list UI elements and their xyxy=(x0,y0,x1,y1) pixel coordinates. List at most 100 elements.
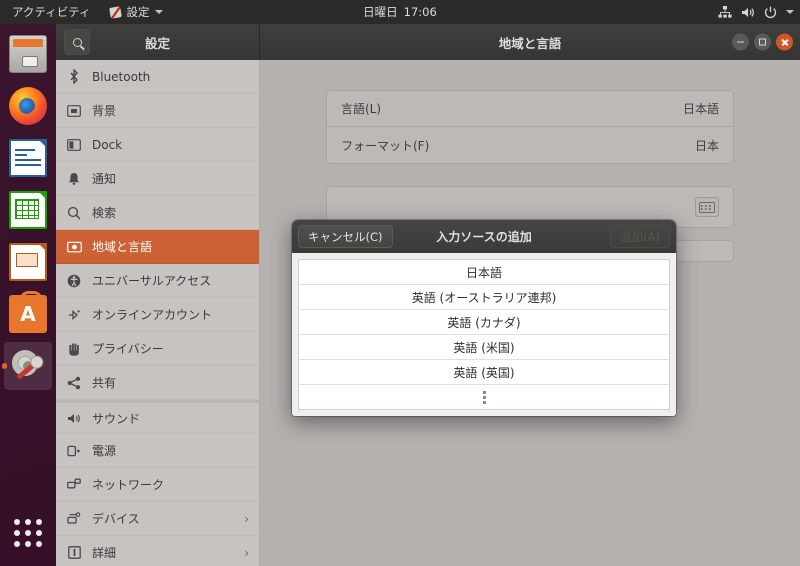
cancel-button[interactable]: キャンセル(C) xyxy=(298,225,393,248)
network-icon xyxy=(718,5,732,18)
format-row[interactable]: フォーマット(F) 日本 xyxy=(327,127,733,163)
search-icon xyxy=(66,205,82,221)
keyboard-icon xyxy=(699,201,715,213)
sidebar-item-bluetooth[interactable]: Bluetooth xyxy=(56,60,259,94)
volume-icon xyxy=(742,7,754,17)
privacy-hand-icon xyxy=(66,341,82,357)
list-item[interactable]: 英語 (英国) xyxy=(299,360,669,385)
sharing-icon xyxy=(66,375,82,391)
settings-icon xyxy=(9,347,47,385)
window-headerbar: 設定 地域と言語 xyxy=(56,24,800,60)
list-item[interactable]: 日本語 xyxy=(299,260,669,285)
language-row[interactable]: 言語(L) 日本語 xyxy=(327,91,733,127)
activities-button[interactable]: アクティビティ xyxy=(0,0,101,24)
close-button[interactable] xyxy=(776,33,793,51)
settings-icon xyxy=(109,6,122,19)
region-language-icon xyxy=(66,239,82,255)
sidebar-item-devices[interactable]: デバイス › xyxy=(56,502,259,536)
sidebar-item-region-language[interactable]: 地域と言語 xyxy=(56,230,259,264)
list-item[interactable]: 英語 (米国) xyxy=(299,335,669,360)
files-icon xyxy=(9,35,47,73)
sidebar-item-label: プライバシー xyxy=(92,342,164,356)
dock-item-settings[interactable] xyxy=(2,342,52,390)
app-menu-button[interactable]: 設定 xyxy=(101,4,171,20)
dock-item-firefox[interactable] xyxy=(4,82,52,130)
language-value: 日本語 xyxy=(682,102,719,116)
sidebar-item-background[interactable]: 背景 xyxy=(56,94,259,128)
dialog-headerbar: キャンセル(C) 追加(A) 入力ソースの追加 xyxy=(292,220,676,253)
sidebar-item-label: オンラインアカウント xyxy=(92,308,213,322)
libreoffice-impress-icon xyxy=(9,243,47,281)
minimize-button[interactable] xyxy=(732,33,749,51)
sidebar-item-privacy[interactable]: プライバシー xyxy=(56,332,259,366)
power-icon xyxy=(66,443,82,459)
add-input-source-dialog: キャンセル(C) 追加(A) 入力ソースの追加 日本語 英語 (オーストラリア連… xyxy=(292,220,676,416)
libreoffice-writer-icon xyxy=(9,139,47,177)
sidebar-item-label: デバイス xyxy=(92,512,140,526)
sidebar-item-label: Bluetooth xyxy=(92,69,151,84)
show-applications-grid-icon xyxy=(14,519,42,547)
sound-icon xyxy=(66,410,82,426)
sidebar-item-universal-access[interactable]: ユニバーサルアクセス xyxy=(56,264,259,298)
sidebar-item-label: 共有 xyxy=(92,376,117,390)
list-item-more[interactable] xyxy=(299,385,669,410)
sidebar-item-power[interactable]: 電源 xyxy=(56,434,259,468)
add-button[interactable]: 追加(A) xyxy=(610,225,670,248)
firefox-icon xyxy=(9,87,47,125)
dialog-body: 日本語 英語 (オーストラリア連邦) 英語 (カナダ) 英語 (米国) 英語 (… xyxy=(292,253,676,416)
sidebar-item-label: ユニバーサルアクセス xyxy=(92,274,212,288)
show-applications-button[interactable] xyxy=(0,508,56,558)
system-indicators[interactable] xyxy=(718,5,794,19)
clock-time: 17:06 xyxy=(403,5,437,19)
headerbar-right: 地域と言語 xyxy=(260,24,800,60)
sidebar-item-label: 詳細 xyxy=(92,546,117,560)
wallpaper-icon xyxy=(66,103,82,119)
sidebar-item-network[interactable]: ネットワーク xyxy=(56,468,259,502)
headerbar-left: 設定 xyxy=(56,24,260,60)
chevron-down-icon xyxy=(154,10,163,14)
bell-icon xyxy=(66,171,82,187)
panel-title: 地域と言語 xyxy=(498,35,562,51)
clock-button[interactable]: 日曜日 17:06 xyxy=(363,4,437,20)
dock-icon xyxy=(66,137,82,153)
dock-item-writer[interactable] xyxy=(4,134,52,182)
keyboard-layout-button[interactable] xyxy=(695,197,719,217)
language-format-card: 言語(L) 日本語 フォーマット(F) 日本 xyxy=(326,90,734,164)
chevron-down-icon xyxy=(786,10,794,14)
maximize-button[interactable] xyxy=(754,33,771,51)
sidebar-item-sharing[interactable]: 共有 xyxy=(56,366,259,400)
dock-item-impress[interactable] xyxy=(4,238,52,286)
details-icon xyxy=(66,545,82,561)
settings-window: 設定 地域と言語 Bluetooth 背景 Dock 通知 検索 地域と言語 ユ… xyxy=(56,24,800,566)
online-accounts-icon xyxy=(66,307,82,323)
sidebar-item-label: サウンド xyxy=(92,411,141,426)
list-item[interactable]: 英語 (オーストラリア連邦) xyxy=(299,285,669,310)
list-item[interactable]: 英語 (カナダ) xyxy=(299,310,669,335)
bluetooth-icon xyxy=(66,69,82,85)
sidebar-item-details[interactable]: 詳細 › xyxy=(56,536,259,566)
dock-item-calc[interactable] xyxy=(4,186,52,234)
sidebar-item-label: 背景 xyxy=(92,104,117,118)
sidebar-item-label: 地域と言語 xyxy=(92,240,153,254)
sidebar-item-online-accounts[interactable]: オンラインアカウント xyxy=(56,298,259,332)
window-controls xyxy=(732,33,793,51)
sidebar-item-label: 電源 xyxy=(92,444,117,458)
more-vertical-icon xyxy=(482,391,486,404)
sidebar-item-notifications[interactable]: 通知 xyxy=(56,162,259,196)
dock-item-files[interactable] xyxy=(4,30,52,78)
dock-item-software[interactable] xyxy=(4,290,52,338)
dock xyxy=(0,24,56,566)
format-value: 日本 xyxy=(694,138,719,153)
sidebar-item-label: ネットワーク xyxy=(92,478,165,492)
sidebar-item-dock[interactable]: Dock xyxy=(56,128,259,162)
clock-day: 日曜日 xyxy=(363,5,398,19)
input-source-list[interactable]: 日本語 英語 (オーストラリア連邦) 英語 (カナダ) 英語 (米国) 英語 (… xyxy=(298,259,670,410)
universal-access-icon xyxy=(66,273,82,289)
sidebar-item-sound[interactable]: サウンド xyxy=(56,400,259,434)
language-label: 言語(L) xyxy=(341,102,382,116)
ubuntu-software-icon xyxy=(9,291,47,333)
network-icon xyxy=(66,477,82,493)
format-label: フォーマット(F) xyxy=(341,138,430,153)
sidebar-item-label: 通知 xyxy=(92,172,117,186)
sidebar-item-search[interactable]: 検索 xyxy=(56,196,259,230)
